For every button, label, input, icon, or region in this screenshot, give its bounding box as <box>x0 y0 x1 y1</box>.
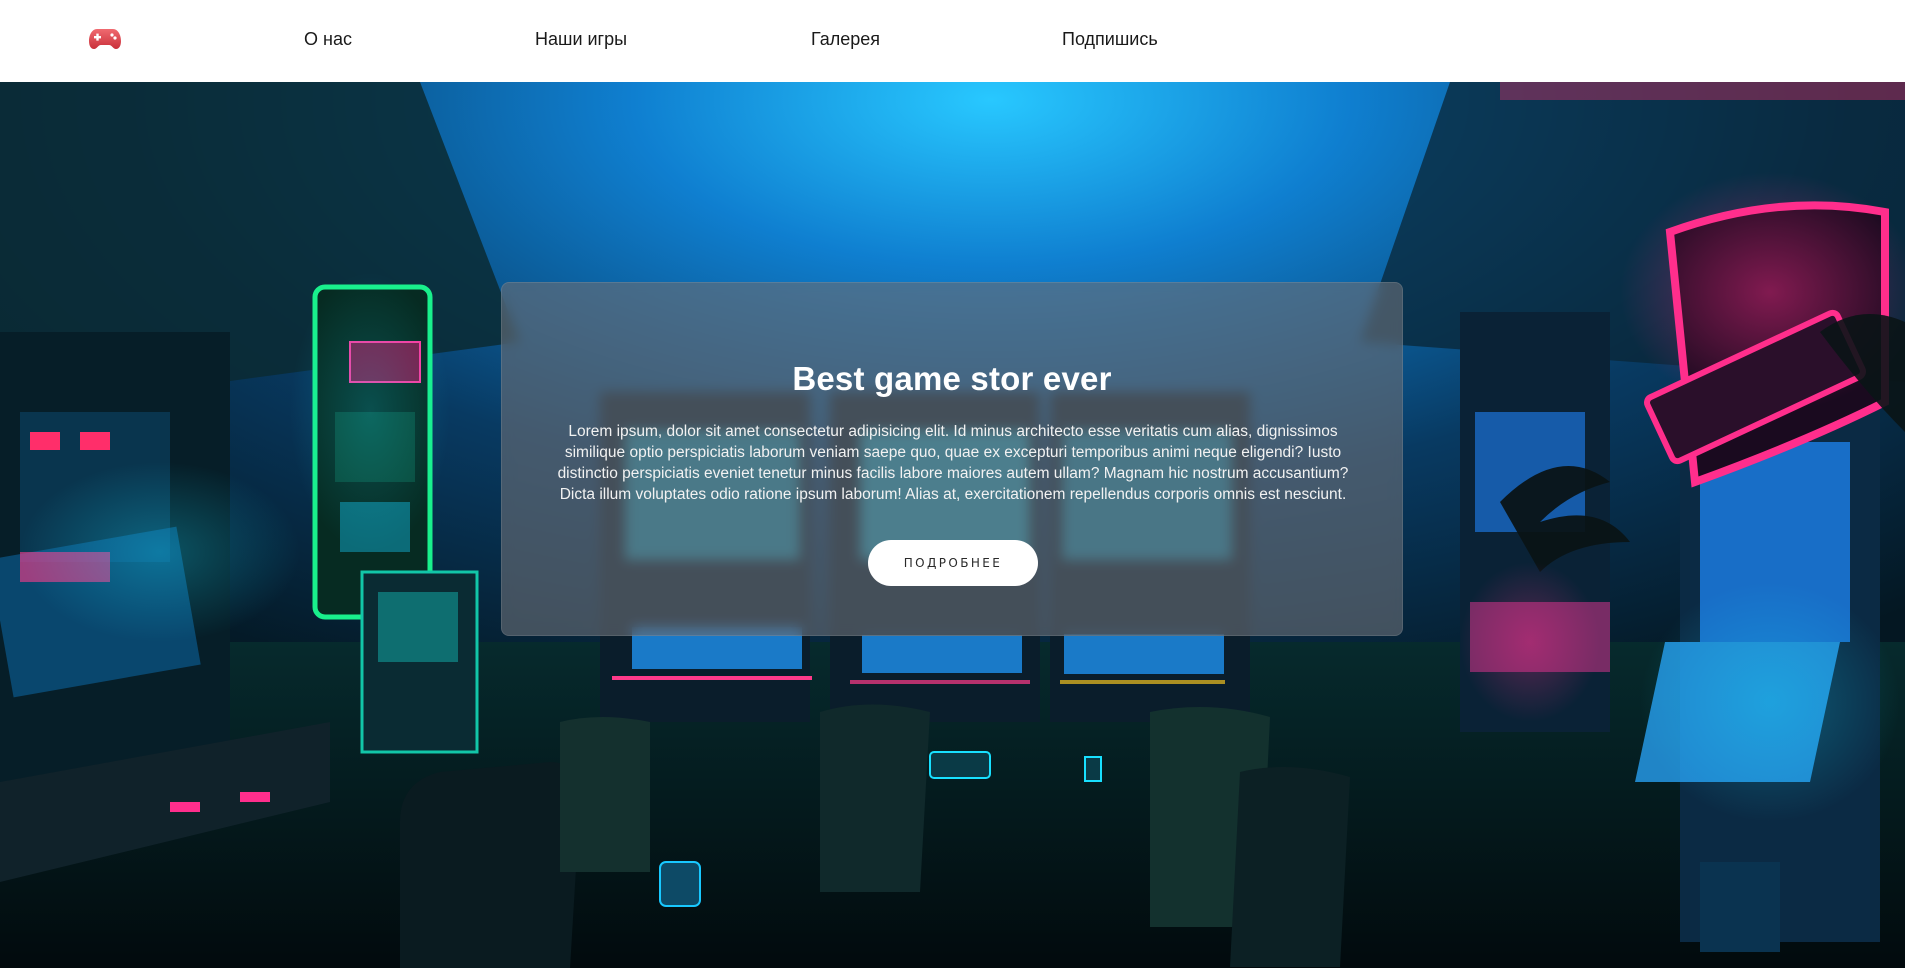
hero-section: Best game stor ever Lorem ipsum, dolor s… <box>0 82 1905 968</box>
nav-our-games[interactable]: Наши игры <box>535 29 627 50</box>
gamepad-icon[interactable] <box>88 26 122 50</box>
site-header: О нас Наши игры Галерея Подпишись <box>0 0 1905 82</box>
nav-subscribe[interactable]: Подпишись <box>1062 29 1158 50</box>
hero-title: Best game stor ever <box>792 360 1112 397</box>
nav-about[interactable]: О нас <box>304 29 352 50</box>
hero-card: Best game stor ever Lorem ipsum, dolor s… <box>501 282 1403 636</box>
nav-gallery[interactable]: Галерея <box>811 29 880 50</box>
hero-description: Lorem ipsum, dolor sit amet consectetur … <box>557 423 1349 503</box>
more-details-button[interactable]: ПОДРОБНЕЕ <box>868 540 1038 586</box>
